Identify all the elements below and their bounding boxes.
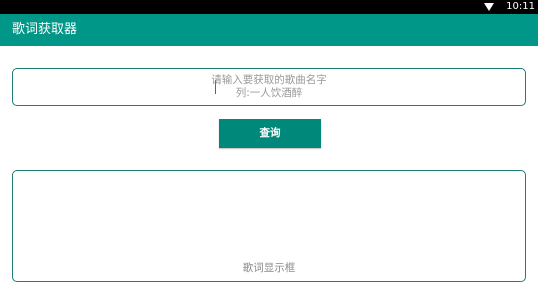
song-name-input[interactable]: 请输入要获取的歌曲名字 列:一人饮酒醉 xyxy=(12,68,526,106)
query-button[interactable]: 查询 xyxy=(219,119,321,148)
wifi-icon xyxy=(484,3,494,11)
app-bar: 歌词获取器 xyxy=(0,14,538,46)
lyrics-display-box[interactable]: 歌词显示框 xyxy=(12,170,526,282)
status-time: 10:11 xyxy=(506,1,535,12)
app-title: 歌词获取器 xyxy=(12,22,78,37)
status-bar: 10:11 xyxy=(0,0,538,14)
lyrics-display-text: 歌词显示框 xyxy=(242,262,296,274)
song-name-placeholder: 请输入要获取的歌曲名字 列:一人饮酒醉 xyxy=(211,74,327,99)
